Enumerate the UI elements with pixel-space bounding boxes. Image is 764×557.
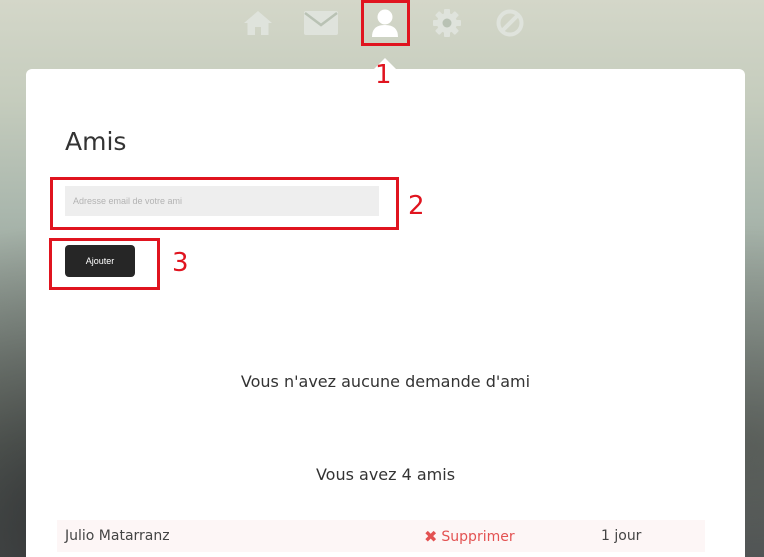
delete-friend-link[interactable]: ✖ Supprimer xyxy=(424,527,515,546)
home-icon[interactable] xyxy=(241,6,275,40)
friends-card: Amis Ajouter Vous n'avez aucune demande … xyxy=(26,69,745,557)
friend-row: Julio Matarranz ✖ Supprimer 1 jour xyxy=(57,520,705,552)
delete-friend-label: Supprimer xyxy=(441,528,515,545)
friend-since: 1 jour xyxy=(601,528,642,544)
mail-icon[interactable] xyxy=(304,6,338,40)
block-icon[interactable] xyxy=(493,6,527,40)
friend-name: Julio Matarranz xyxy=(65,528,170,544)
annotation-label-2: 2 xyxy=(408,191,425,221)
annotation-label-1: 1 xyxy=(375,60,392,90)
friends-count-text: Vous avez 4 amis xyxy=(315,465,456,484)
no-friend-requests-text: Vous n'avez aucune demande d'ami xyxy=(240,372,531,391)
gear-icon[interactable] xyxy=(430,6,464,40)
annotation-box-2 xyxy=(50,177,399,230)
annotation-box-3 xyxy=(49,238,160,290)
page-title: Amis xyxy=(65,127,127,156)
annotation-label-3: 3 xyxy=(172,248,189,278)
annotation-box-1 xyxy=(361,0,410,46)
x-icon: ✖ xyxy=(424,527,438,546)
